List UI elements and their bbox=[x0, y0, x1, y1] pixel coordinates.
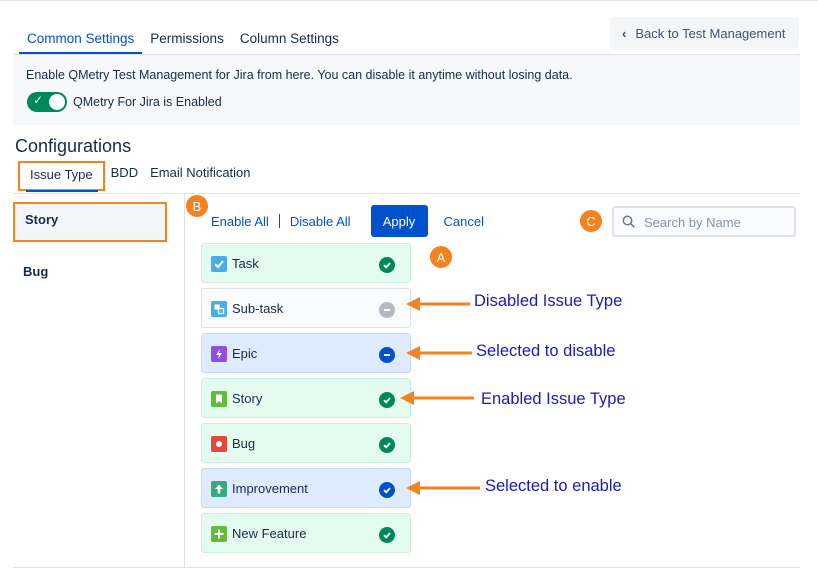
task-icon bbox=[211, 256, 227, 272]
enabled-check-icon bbox=[379, 257, 395, 273]
issue-type-new-feature[interactable]: New Feature bbox=[201, 513, 411, 553]
tab-column-settings[interactable]: Column Settings bbox=[232, 28, 347, 54]
search-box bbox=[612, 206, 796, 237]
annotation-selected-to-disable: Selected to disable bbox=[476, 342, 616, 360]
enabled-check-icon bbox=[379, 392, 395, 408]
configuration-tabs: Issue Type BDD Email Notification bbox=[18, 161, 257, 191]
cancel-link[interactable]: Cancel bbox=[444, 214, 484, 229]
annotation-selected-to-enable: Selected to enable bbox=[485, 477, 622, 495]
annotation-disabled-issue-type: Disabled Issue Type bbox=[474, 292, 623, 310]
annotation-enabled-issue-type: Enabled Issue Type bbox=[481, 390, 626, 408]
improvement-icon bbox=[211, 481, 227, 497]
search-input[interactable] bbox=[644, 212, 792, 232]
link-separator bbox=[278, 214, 280, 228]
toggle-label: QMetry For Jira is Enabled bbox=[73, 95, 222, 109]
tab-issue-type[interactable]: Issue Type bbox=[18, 161, 105, 191]
check-icon: ✓ bbox=[33, 93, 44, 107]
subtask-icon bbox=[211, 301, 227, 317]
banner-text: Enable QMetry Test Management for Jira f… bbox=[26, 68, 573, 82]
issue-type-label: Bug bbox=[232, 436, 256, 451]
issue-type-improvement[interactable]: Improvement bbox=[201, 468, 411, 508]
story-icon bbox=[211, 391, 227, 407]
annotation-badge-a: A bbox=[430, 246, 452, 268]
tab-permissions[interactable]: Permissions bbox=[142, 28, 232, 54]
bottom-divider bbox=[13, 567, 800, 568]
top-border bbox=[0, 0, 818, 1]
epic-icon bbox=[211, 346, 227, 362]
list-item-story[interactable]: Story bbox=[13, 202, 167, 242]
toggle-knob bbox=[49, 94, 65, 110]
issue-type-epic[interactable]: Epic bbox=[201, 333, 411, 373]
issue-type-label: Story bbox=[232, 391, 263, 406]
enable-toggle[interactable]: ✓ bbox=[27, 92, 67, 112]
tab-email-notification[interactable]: Email Notification bbox=[144, 161, 256, 191]
selected-enable-check-icon bbox=[379, 482, 395, 498]
list-item-bug[interactable]: Bug bbox=[13, 250, 184, 292]
action-bar: Enable All Disable All Apply Cancel bbox=[211, 205, 484, 237]
annotation-badge-c: C bbox=[580, 210, 602, 232]
issue-type-bug[interactable]: Bug bbox=[201, 423, 411, 463]
selected-disable-minus-icon bbox=[379, 347, 395, 363]
disable-all-link[interactable]: Disable All bbox=[290, 214, 351, 229]
bug-icon bbox=[211, 436, 227, 452]
disabled-minus-icon bbox=[379, 302, 395, 318]
tab-common-settings[interactable]: Common Settings bbox=[19, 28, 143, 54]
issue-type-sub-task[interactable]: Sub-task bbox=[201, 288, 411, 328]
project-issue-type-list: Story Bug bbox=[13, 194, 185, 567]
back-button-label: Back to Test Management bbox=[635, 25, 786, 41]
annotation-arrow bbox=[400, 391, 474, 405]
issue-type-story[interactable]: Story bbox=[201, 378, 411, 418]
annotation-arrow bbox=[406, 481, 480, 495]
configurations-title: Configurations bbox=[15, 136, 132, 156]
annotation-arrow bbox=[406, 346, 472, 360]
issue-type-task[interactable]: Task bbox=[201, 243, 411, 283]
issue-type-label: New Feature bbox=[232, 526, 307, 541]
issue-type-label: Improvement bbox=[232, 481, 308, 496]
tab-bdd[interactable]: BDD bbox=[105, 161, 144, 191]
search-icon bbox=[622, 215, 635, 228]
active-tab-underline bbox=[26, 190, 98, 192]
new-feature-icon bbox=[211, 526, 227, 542]
issue-type-label: Sub-task bbox=[232, 301, 284, 316]
back-to-test-management-button[interactable]: ‹ Back to Test Management bbox=[610, 17, 799, 49]
issue-type-label: Epic bbox=[232, 346, 258, 361]
enable-banner: Enable QMetry Test Management for Jira f… bbox=[13, 55, 800, 125]
issue-type-label: Task bbox=[232, 256, 259, 271]
apply-button[interactable]: Apply bbox=[370, 205, 428, 237]
enabled-check-icon bbox=[379, 527, 395, 543]
annotation-arrow bbox=[406, 297, 470, 311]
annotation-badge-b: B bbox=[186, 195, 208, 217]
chevron-left-icon: ‹ bbox=[622, 25, 627, 41]
enable-all-link[interactable]: Enable All bbox=[211, 214, 269, 229]
settings-tabs: Common Settings Permissions Column Setti… bbox=[19, 28, 347, 54]
enabled-check-icon bbox=[379, 437, 395, 453]
